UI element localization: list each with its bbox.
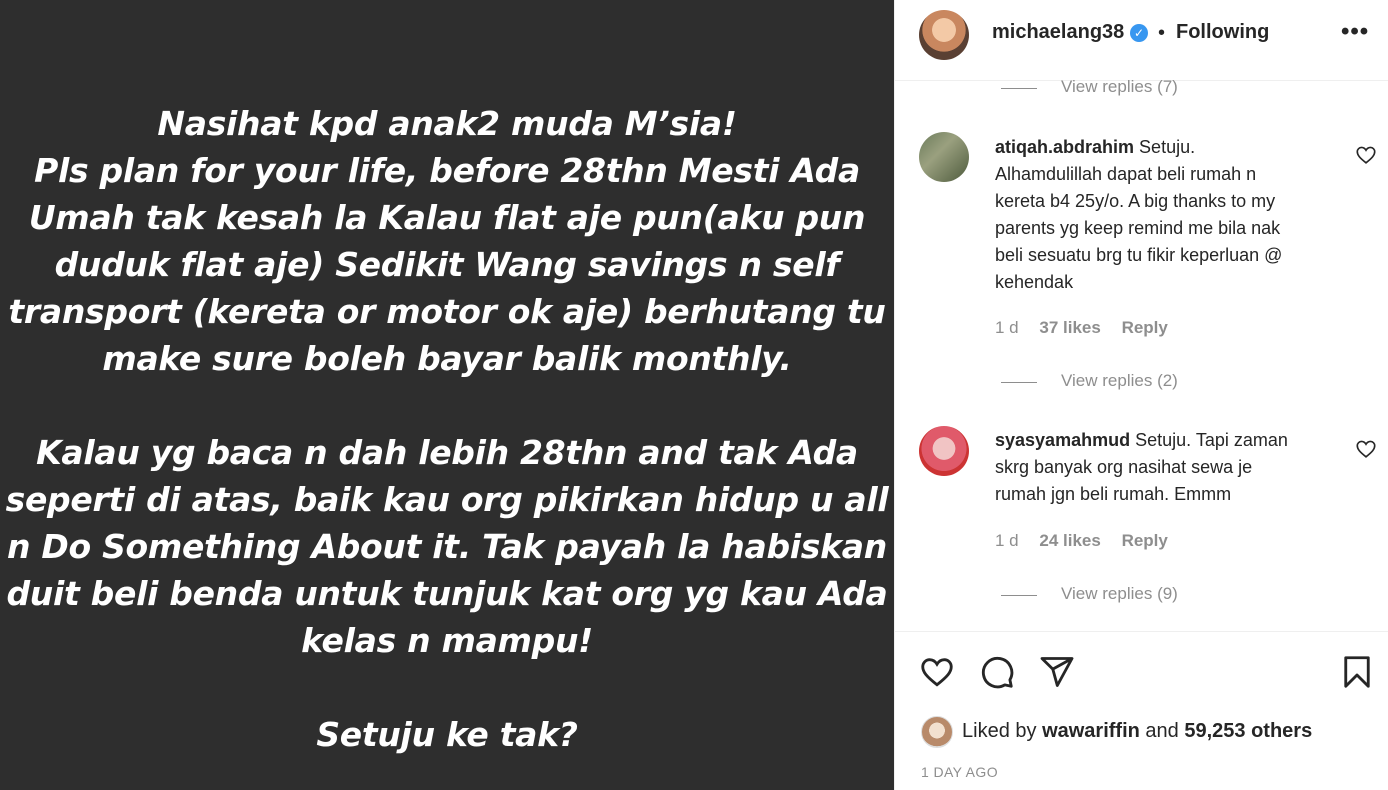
comment-icon[interactable] bbox=[979, 654, 1015, 690]
story-line: Kalau yg baca n dah lebih 28thn and tak … bbox=[36, 433, 858, 472]
post-image-text: Nasihat kpd anak2 muda M’sia! Pls plan f… bbox=[0, 100, 894, 758]
comment-age: 1 d bbox=[995, 318, 1019, 337]
comment-likes[interactable]: 24 likes bbox=[1039, 531, 1100, 550]
more-icon[interactable]: ••• bbox=[1341, 18, 1369, 46]
heart-icon[interactable] bbox=[919, 654, 955, 690]
separator-dot: • bbox=[1158, 22, 1166, 44]
post-date[interactable]: 1 DAY AGO bbox=[921, 764, 998, 780]
comment-like-heart-icon[interactable] bbox=[1355, 144, 1377, 166]
likes-count-link[interactable]: 59,253 others bbox=[1184, 720, 1312, 742]
comment-line: Setuju. bbox=[1135, 430, 1192, 450]
story-line: Pls plan for your life, before 28thn Mes… bbox=[34, 151, 860, 190]
post-side-panel: michaelang38 ✓ • Following ••• View repl… bbox=[894, 0, 1388, 790]
story-line: Nasihat kpd anak2 muda M’sia! bbox=[157, 104, 737, 143]
comment-line: kereta b4 25y/o. A big thanks to my bbox=[995, 191, 1276, 211]
comment-avatar[interactable] bbox=[919, 426, 969, 476]
story-line: Umah tak kesah la Kalau flat aje pun(aku… bbox=[28, 198, 866, 237]
bookmark-icon[interactable] bbox=[1339, 654, 1375, 690]
comment-line: skrg banyak org nasihat sewa je bbox=[995, 457, 1253, 477]
liked-by-mid: and bbox=[1139, 720, 1185, 742]
comment-text: atiqah.abdrahim Setuju. Alhamdulillah da… bbox=[995, 134, 1335, 296]
divider bbox=[895, 631, 1388, 632]
view-replies-line bbox=[1001, 595, 1037, 596]
username-link[interactable]: michaelang38 bbox=[992, 21, 1124, 44]
view-replies-link[interactable]: View replies (2) bbox=[1061, 371, 1178, 391]
comment-line: beli sesuatu brg tu fikir keperluan @ bbox=[995, 245, 1283, 265]
comment-age: 1 d bbox=[995, 531, 1019, 550]
story-line: transport (kereta or motor ok aje) berhu… bbox=[8, 292, 886, 331]
reply-button[interactable]: Reply bbox=[1122, 318, 1168, 337]
comment-like-heart-icon[interactable] bbox=[1355, 438, 1377, 460]
story-line: make sure boleh bayar balik monthly. bbox=[102, 339, 792, 378]
comment-likes[interactable]: 37 likes bbox=[1039, 318, 1100, 337]
share-icon[interactable] bbox=[1039, 654, 1075, 690]
comment-line: kehendak bbox=[995, 272, 1074, 292]
verified-icon: ✓ bbox=[1130, 24, 1148, 42]
story-line: duduk flat aje) Sedikit Wang savings n s… bbox=[54, 245, 840, 284]
comment-line: Setuju. bbox=[1139, 137, 1196, 157]
comment-line: Tapi zaman bbox=[1195, 430, 1288, 450]
view-replies-line bbox=[1001, 382, 1037, 383]
liked-by-prefix: Liked by bbox=[962, 720, 1043, 742]
avatar[interactable] bbox=[919, 10, 969, 60]
comment-username[interactable]: syasyamahmud bbox=[995, 430, 1130, 450]
comment-line: parents yg keep remind me bila nak bbox=[995, 218, 1281, 238]
post-image: Nasihat kpd anak2 muda M’sia! Pls plan f… bbox=[0, 0, 894, 790]
view-replies-line bbox=[1001, 88, 1037, 89]
story-line: kelas n mampu! bbox=[301, 621, 593, 660]
story-line: Setuju ke tak? bbox=[316, 715, 578, 754]
comment-line: rumah jgn beli rumah. Emmm bbox=[995, 484, 1232, 504]
comment-meta: 1 d 24 likes Reply bbox=[995, 531, 1184, 551]
liked-by-avatar[interactable] bbox=[921, 716, 953, 748]
comment-meta: 1 d 37 likes Reply bbox=[995, 318, 1184, 338]
comment-username[interactable]: atiqah.abdrahim bbox=[995, 137, 1134, 157]
comment-text: syasyamahmud Setuju. Tapi zaman skrg ban… bbox=[995, 427, 1335, 508]
view-replies-link[interactable]: View replies (9) bbox=[1061, 584, 1178, 604]
story-line: duit beli benda untuk tunjuk kat org yg … bbox=[6, 574, 888, 613]
comment-line: Alhamdulillah dapat beli rumah n bbox=[995, 164, 1257, 184]
following-button[interactable]: Following bbox=[1176, 21, 1269, 44]
liked-by-text: Liked by wawariffin and 59,253 others bbox=[962, 720, 1312, 743]
story-line: n Do Something About it. Tak payah la ha… bbox=[7, 527, 887, 566]
view-replies-link[interactable]: View replies (7) bbox=[1061, 77, 1178, 97]
comment-avatar[interactable] bbox=[919, 132, 969, 182]
liked-by-user-link[interactable]: wawariffin bbox=[1042, 720, 1140, 742]
story-line: seperti di atas, baik kau org pikirkan h… bbox=[5, 480, 889, 519]
reply-button[interactable]: Reply bbox=[1122, 531, 1168, 550]
post-header: michaelang38 ✓ • Following ••• bbox=[895, 0, 1388, 81]
